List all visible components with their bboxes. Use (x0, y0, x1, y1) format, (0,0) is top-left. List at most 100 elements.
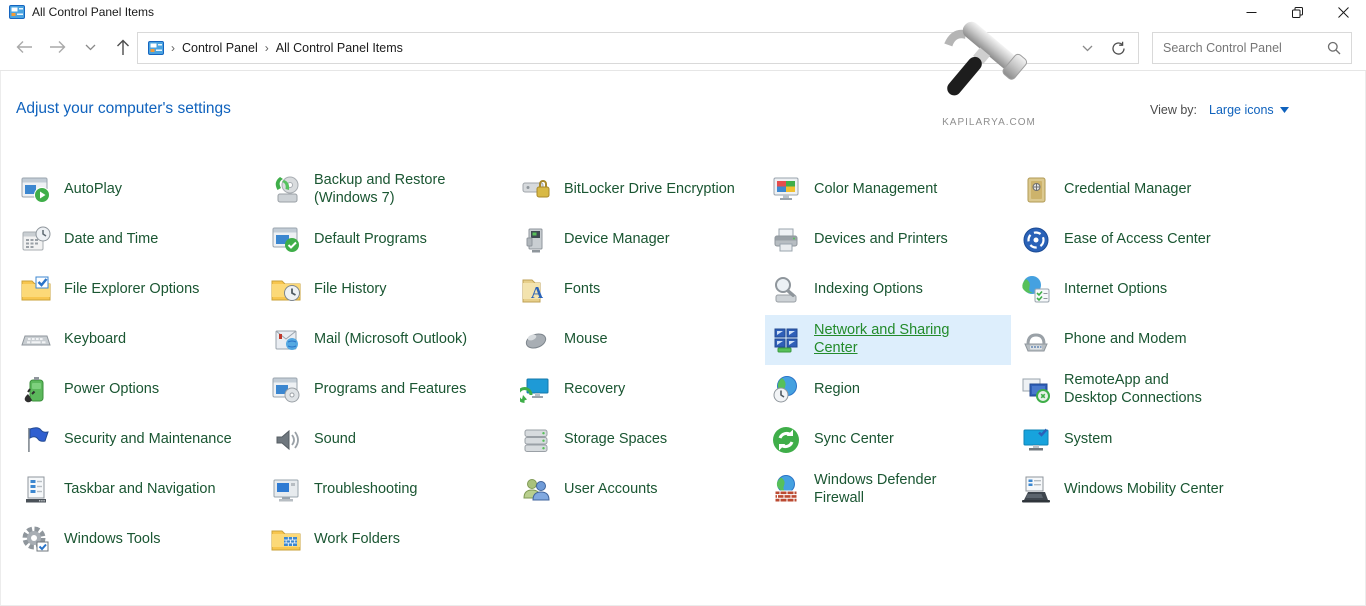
troubleshooting-icon (270, 474, 302, 506)
item-label: Work Folders (314, 531, 400, 549)
control-panel-item[interactable]: Power Options (15, 365, 261, 415)
control-panel-item[interactable]: Color Management (765, 165, 1011, 215)
control-panel-icon (148, 40, 164, 56)
control-panel-item[interactable]: Internet Options (1015, 265, 1261, 315)
breadcrumb-separator[interactable]: › (258, 41, 276, 55)
view-by-label: View by: (1150, 103, 1197, 117)
backup-restore-icon (270, 174, 302, 206)
breadcrumb-separator[interactable]: › (164, 41, 182, 55)
credential-manager-icon (1020, 174, 1052, 206)
address-dropdown-button[interactable] (1082, 45, 1093, 52)
control-panel-item[interactable]: File Explorer Options (15, 265, 261, 315)
control-panel-item[interactable]: Network and Sharing Center (765, 315, 1011, 365)
control-panel-item[interactable]: Recovery (515, 365, 761, 415)
control-panel-item[interactable]: User Accounts (515, 465, 761, 515)
control-panel-item[interactable]: Sync Center (765, 415, 1011, 465)
item-label: Storage Spaces (564, 431, 667, 449)
search-icon[interactable] (1327, 41, 1351, 55)
control-panel-item[interactable]: File History (265, 265, 511, 315)
page-heading: Adjust your computer's settings (16, 100, 231, 118)
item-label: Sync Center (814, 431, 894, 449)
item-label: File Explorer Options (64, 281, 199, 299)
chevron-down-icon (85, 44, 96, 51)
date-time-icon (20, 224, 52, 256)
view-by-dropdown[interactable]: Large icons (1209, 103, 1289, 117)
mobility-center-icon (1020, 474, 1052, 506)
bitlocker-icon (520, 174, 552, 206)
control-panel-item[interactable]: Windows Tools (15, 515, 261, 565)
item-label: Network and Sharing Center (814, 322, 969, 357)
close-button[interactable] (1320, 0, 1366, 24)
item-label: Security and Maintenance (64, 431, 232, 449)
item-label: System (1064, 431, 1112, 449)
item-label: Ease of Access Center (1064, 231, 1211, 249)
item-label: Mail (Microsoft Outlook) (314, 331, 467, 349)
system-icon (1020, 424, 1052, 456)
item-label: Region (814, 381, 860, 399)
default-programs-icon (270, 224, 302, 256)
minimize-button[interactable] (1228, 0, 1274, 24)
control-panel-item[interactable]: Sound (265, 415, 511, 465)
region-icon (770, 374, 802, 406)
refresh-button[interactable] (1111, 41, 1126, 56)
control-panel-item[interactable]: Troubleshooting (265, 465, 511, 515)
control-panel-item[interactable]: A Fonts (515, 265, 761, 315)
item-label: Programs and Features (314, 381, 466, 399)
up-arrow-icon (116, 39, 130, 56)
back-button[interactable] (12, 32, 36, 62)
control-panel-item[interactable]: AutoPlay (15, 165, 261, 215)
control-panel-item[interactable]: Storage Spaces (515, 415, 761, 465)
control-panel-item[interactable]: RemoteApp and Desktop Connections (1015, 365, 1261, 415)
control-panel-item[interactable]: Windows Mobility Center (1015, 465, 1261, 515)
device-manager-icon (520, 224, 552, 256)
control-panel-item[interactable]: Ease of Access Center (1015, 215, 1261, 265)
item-label: File History (314, 281, 387, 299)
control-panel-item[interactable]: Date and Time (15, 215, 261, 265)
item-label: Troubleshooting (314, 481, 417, 499)
mail-icon (270, 324, 302, 356)
control-panel-item[interactable]: Credential Manager (1015, 165, 1261, 215)
breadcrumb-control-panel[interactable]: Control Panel (182, 41, 258, 55)
control-panel-item[interactable]: Devices and Printers (765, 215, 1011, 265)
fonts-icon: A (520, 274, 552, 306)
recent-locations-dropdown[interactable] (78, 32, 102, 62)
control-panel-item[interactable]: BitLocker Drive Encryption (515, 165, 761, 215)
search-input[interactable] (1153, 41, 1327, 55)
title-bar: All Control Panel Items (0, 0, 1366, 24)
file-history-icon (270, 274, 302, 306)
indexing-options-icon (770, 274, 802, 306)
item-label: Credential Manager (1064, 181, 1191, 199)
view-by-value: Large icons (1209, 103, 1274, 117)
security-maintenance-icon (20, 424, 52, 456)
control-panel-item[interactable]: Programs and Features (265, 365, 511, 415)
up-button[interactable] (111, 32, 135, 62)
breadcrumb-all-control-panel-items[interactable]: All Control Panel Items (276, 41, 403, 55)
item-label: Default Programs (314, 231, 427, 249)
control-panel-item[interactable]: Keyboard (15, 315, 261, 365)
control-panel-item[interactable]: Phone and Modem (1015, 315, 1261, 365)
item-label: Backup and Restore (Windows 7) (314, 172, 469, 207)
forward-button[interactable] (45, 32, 69, 62)
maximize-restore-button[interactable] (1274, 0, 1320, 24)
control-panel-item[interactable]: Windows Defender Firewall (765, 465, 1011, 515)
control-panel-item[interactable]: Device Manager (515, 215, 761, 265)
control-panel-item[interactable]: Indexing Options (765, 265, 1011, 315)
control-panel-icon (9, 4, 25, 20)
control-panel-item[interactable]: Default Programs (265, 215, 511, 265)
address-bar[interactable]: › Control Panel › All Control Panel Item… (137, 32, 1139, 64)
item-label: Taskbar and Navigation (64, 481, 216, 499)
control-panel-item[interactable]: Region (765, 365, 1011, 415)
item-label: AutoPlay (64, 181, 122, 199)
control-panel-item[interactable]: Mouse (515, 315, 761, 365)
item-label: Internet Options (1064, 281, 1167, 299)
control-panel-item[interactable]: Mail (Microsoft Outlook) (265, 315, 511, 365)
control-panel-item[interactable]: Security and Maintenance (15, 415, 261, 465)
defender-firewall-icon (770, 474, 802, 506)
control-panel-item[interactable]: Taskbar and Navigation (15, 465, 261, 515)
item-label: Mouse (564, 331, 608, 349)
control-panel-item[interactable]: Backup and Restore (Windows 7) (265, 165, 511, 215)
item-label: Fonts (564, 281, 600, 299)
control-panel-item[interactable]: System (1015, 415, 1261, 465)
control-panel-item[interactable]: Work Folders (265, 515, 511, 565)
user-accounts-icon (520, 474, 552, 506)
